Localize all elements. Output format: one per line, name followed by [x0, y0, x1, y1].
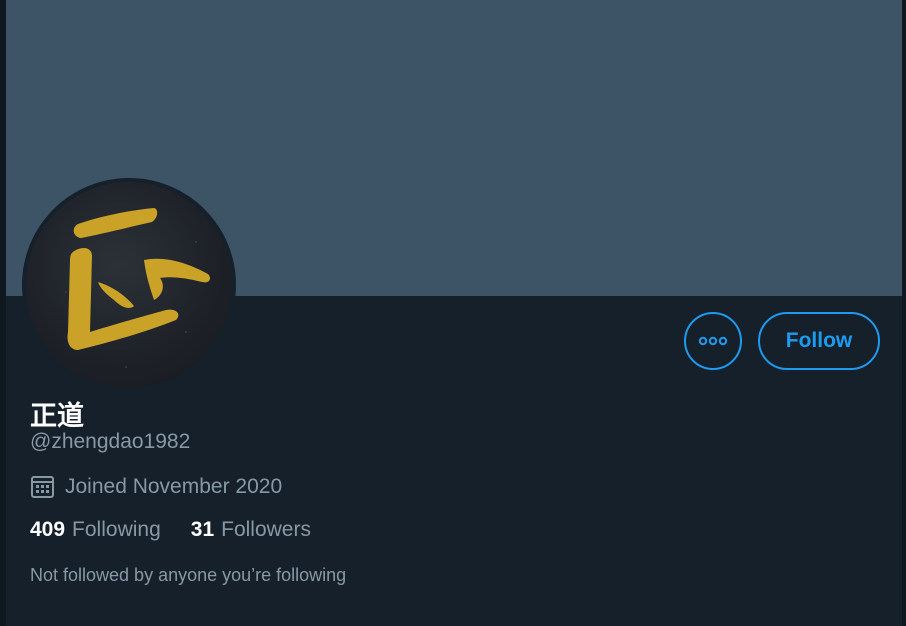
followers-count: 31: [190, 518, 215, 541]
follow-button[interactable]: Follow: [758, 312, 880, 370]
profile-page: Follow 正道 @zhengdao1982 Joined November …: [0, 0, 906, 626]
window-edge-right: [902, 0, 906, 626]
following-link[interactable]: 409 Following: [30, 518, 161, 542]
join-date: Joined November 2020: [30, 474, 282, 499]
social-context-text: Not followed by anyone you’re following: [30, 565, 347, 585]
user-handle: @zhengdao1982: [30, 430, 191, 453]
calligraphy-logo-icon: [65, 208, 210, 368]
following-label: Following: [72, 518, 161, 541]
more-options-icon: [698, 336, 728, 346]
avatar-image: [26, 182, 232, 388]
calendar-icon: [30, 474, 55, 499]
more-options-button[interactable]: [684, 312, 742, 370]
followers-label: Followers: [221, 518, 311, 541]
following-count: 409: [30, 518, 66, 541]
followers-link[interactable]: 31 Followers: [191, 518, 311, 542]
display-name: 正道: [30, 401, 84, 432]
follow-stats: 409 Following 31 Followers: [30, 518, 341, 542]
profile-avatar[interactable]: [22, 178, 236, 392]
join-date-text: Joined November 2020: [65, 474, 283, 498]
